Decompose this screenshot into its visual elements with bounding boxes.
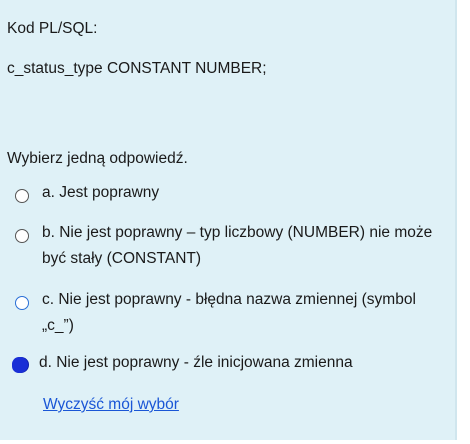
question-panel: Kod PL/SQL: c_status_type CONSTANT NUMBE… <box>0 0 457 440</box>
option-c-label: c. Nie jest poprawny - błędna nazwa zmie… <box>42 291 416 334</box>
radio-button-c[interactable] <box>15 296 29 310</box>
option-d-label: d. Nie jest poprawny - źle inicjowana zm… <box>39 354 353 371</box>
option-d[interactable]: d. Nie jest poprawny - źle inicjowana zm… <box>12 354 439 376</box>
radio-button-d-selected[interactable] <box>12 357 28 373</box>
option-a[interactable]: a. Jest poprawny <box>15 184 442 206</box>
option-b-label: b. Nie jest poprawny – typ liczbowy (NUM… <box>42 224 433 267</box>
answer-prompt: Wybierz jedną odpowiedź. <box>7 150 188 167</box>
option-c[interactable]: c. Nie jest poprawny - błędna nazwa zmie… <box>15 291 442 339</box>
option-a-label: a. Jest poprawny <box>42 184 160 201</box>
option-b[interactable]: b. Nie jest poprawny – typ liczbowy (NUM… <box>15 224 442 272</box>
clear-choice-link[interactable]: Wyczyść mój wybór <box>43 396 179 414</box>
radio-button-a[interactable] <box>15 189 29 203</box>
code-snippet: c_status_type CONSTANT NUMBER; <box>7 60 267 77</box>
question-header: Kod PL/SQL: <box>7 20 98 37</box>
radio-button-b[interactable] <box>15 229 29 243</box>
